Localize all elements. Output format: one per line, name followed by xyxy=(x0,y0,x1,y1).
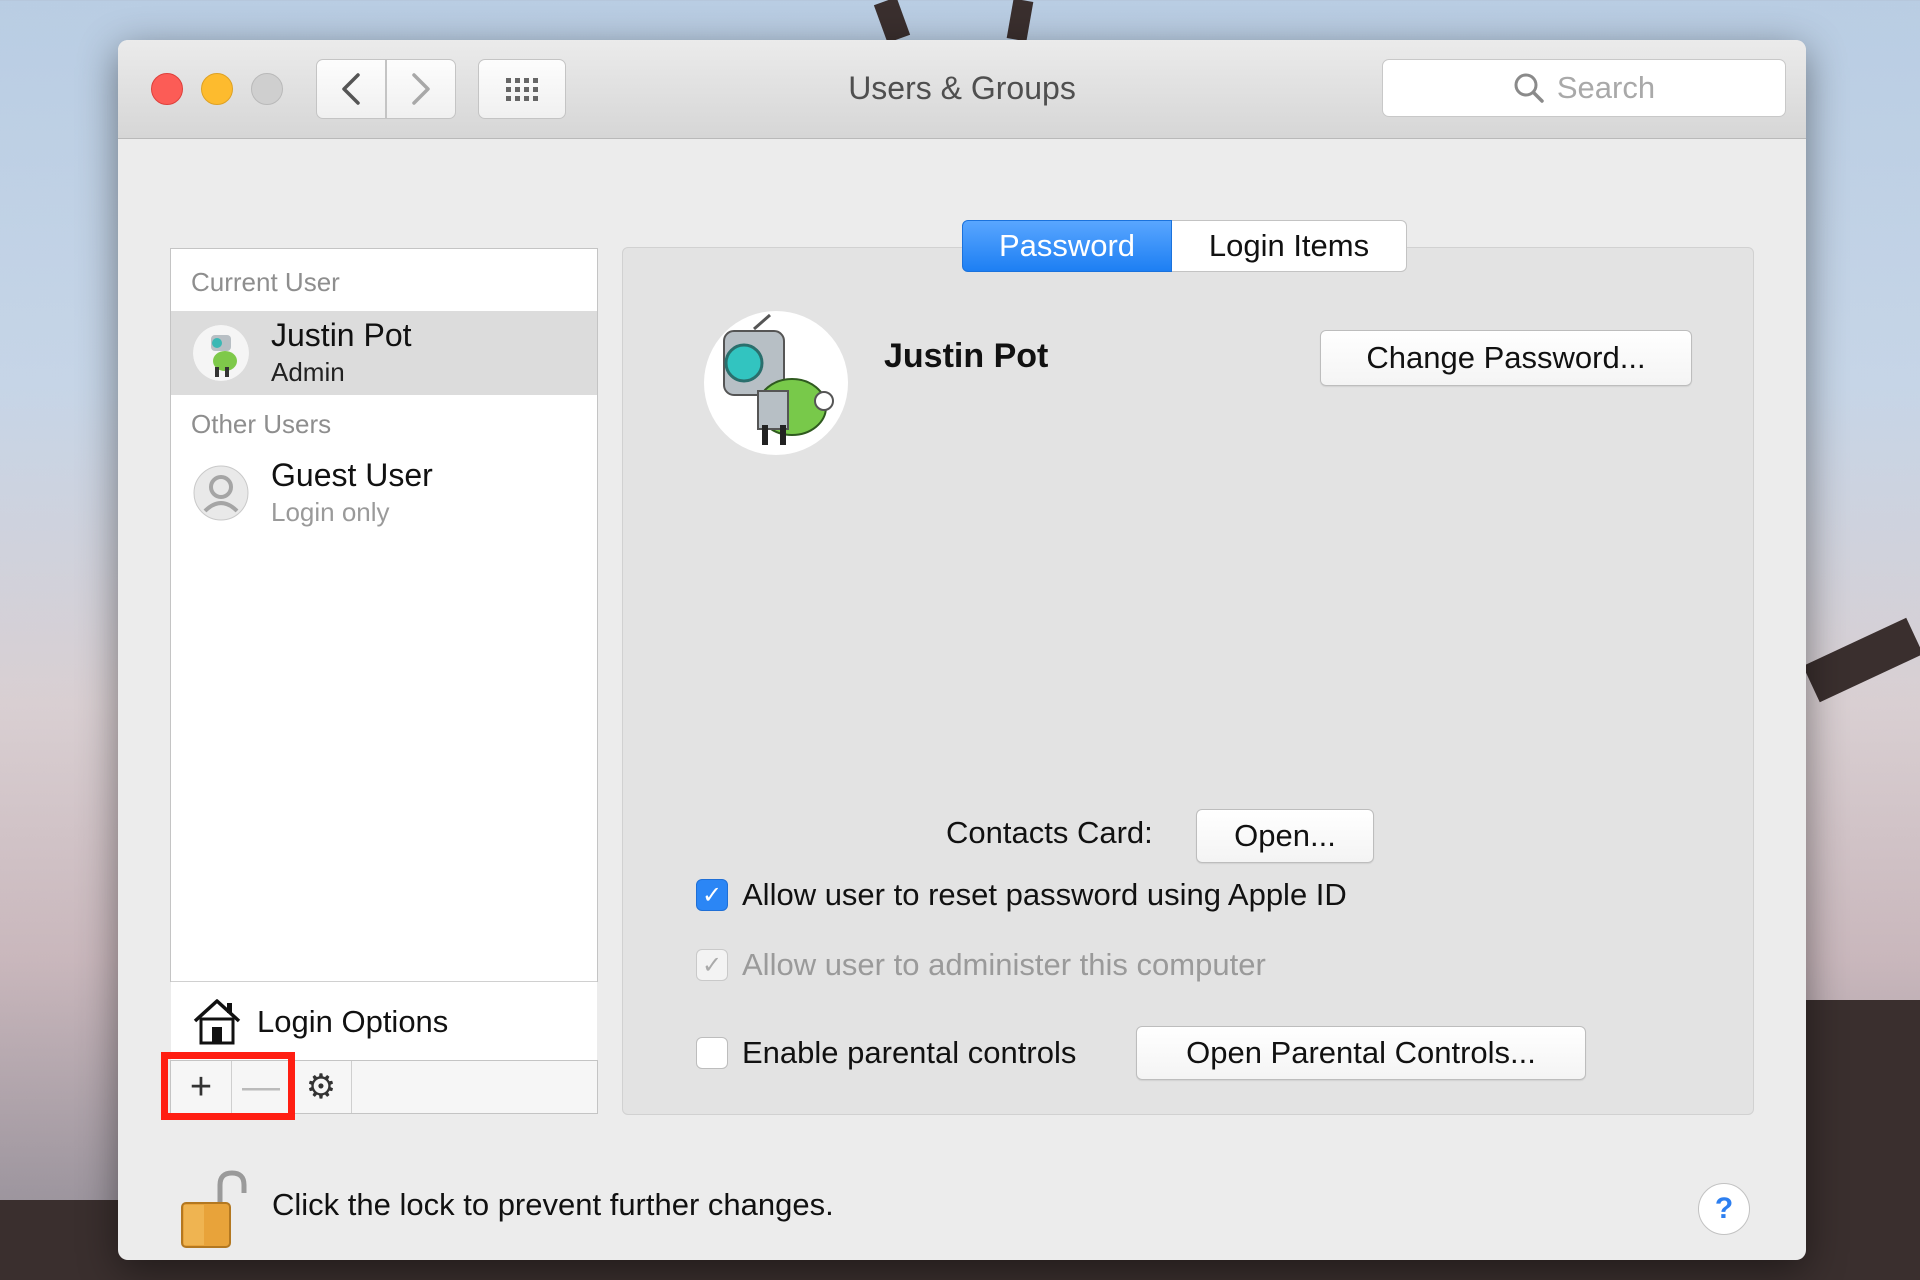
reset-password-option[interactable]: ✓ Allow user to reset password using App… xyxy=(696,877,1347,913)
other-users-heading: Other Users xyxy=(191,409,332,439)
user-avatar xyxy=(193,325,249,381)
house-icon xyxy=(193,999,241,1045)
user-list: Current User Justin Pot Admin Other User… xyxy=(170,248,598,1062)
open-contacts-button[interactable]: Open... xyxy=(1196,809,1374,863)
desktop-tree-branch xyxy=(1006,0,1034,42)
user-name: Guest User xyxy=(271,457,433,493)
change-password-button[interactable]: Change Password... xyxy=(1320,330,1692,386)
search-placeholder: Search xyxy=(1556,70,1656,105)
current-user-heading: Current User xyxy=(191,267,340,297)
administer-checkbox: ✓ xyxy=(696,949,728,981)
reset-password-label: Allow user to reset password using Apple… xyxy=(742,877,1347,912)
administer-label: Allow user to administer this computer xyxy=(742,947,1266,982)
user-list-toolbar: + — ⚙ xyxy=(170,1060,598,1114)
reset-password-checkbox[interactable]: ✓ xyxy=(696,879,728,911)
help-button[interactable]: ? xyxy=(1698,1183,1750,1235)
parental-controls-label: Enable parental controls xyxy=(742,1035,1077,1070)
login-options-item[interactable]: Login Options xyxy=(171,981,597,1062)
tab-login-items[interactable]: Login Items xyxy=(1172,220,1407,272)
contacts-card-label: Contacts Card: xyxy=(946,815,1153,850)
remove-user-button[interactable]: — xyxy=(231,1061,292,1113)
gear-icon[interactable]: ⚙ xyxy=(291,1061,352,1113)
unlocked-lock-icon[interactable] xyxy=(178,1169,250,1253)
login-options-label: Login Options xyxy=(257,1004,449,1039)
user-role: Admin xyxy=(271,357,345,387)
search-icon xyxy=(1514,73,1544,103)
parental-controls-checkbox[interactable] xyxy=(696,1037,728,1069)
administer-option: ✓ Allow user to administer this computer xyxy=(696,947,1266,983)
parental-controls-option[interactable]: Enable parental controls xyxy=(696,1035,1076,1071)
robot-avatar-icon xyxy=(723,313,834,445)
user-picture[interactable] xyxy=(704,311,848,455)
user-role: Login only xyxy=(271,497,390,527)
desktop-tree-branch xyxy=(873,0,911,43)
search-field[interactable]: Search xyxy=(1382,59,1786,117)
tab-password[interactable]: Password xyxy=(962,220,1172,272)
lock-message: Click the lock to prevent further change… xyxy=(272,1187,834,1222)
tab-bar: Password Login Items xyxy=(962,220,1407,272)
window-content: Current User Justin Pot Admin Other User… xyxy=(118,139,1806,1260)
title-bar: Users & Groups Search xyxy=(118,40,1806,139)
user-row-guest-user[interactable]: Guest User Login only xyxy=(171,451,597,535)
open-parental-controls-button[interactable]: Open Parental Controls... xyxy=(1136,1026,1586,1080)
user-name: Justin Pot xyxy=(271,317,412,353)
desktop-tree-branch xyxy=(1802,617,1920,703)
guest-avatar-icon xyxy=(193,465,249,521)
add-user-button[interactable]: + xyxy=(171,1061,232,1113)
users-groups-window: Users & Groups Search Current User Justi… xyxy=(118,40,1806,1260)
user-row-justin-pot[interactable]: Justin Pot Admin xyxy=(171,311,597,395)
panel-user-name: Justin Pot xyxy=(884,337,1049,375)
